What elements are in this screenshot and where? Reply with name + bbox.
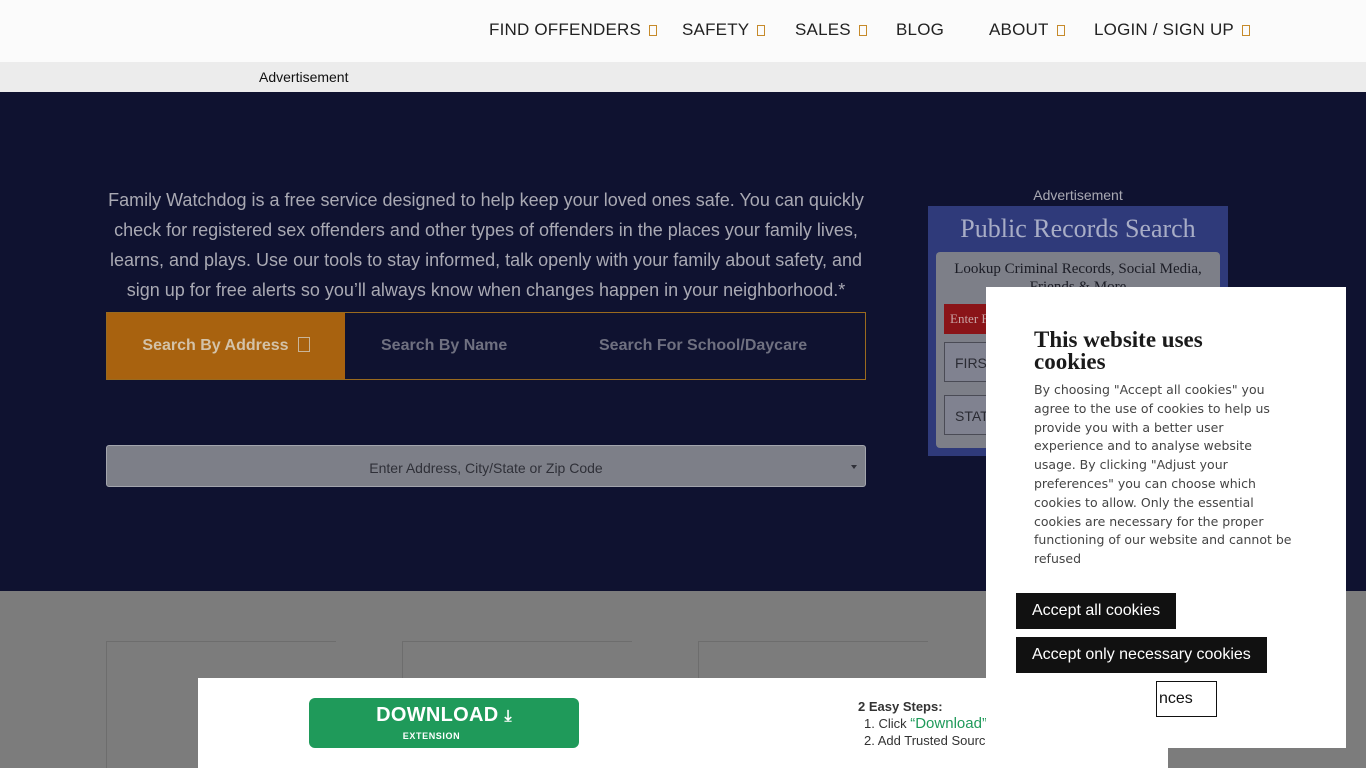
accept-all-cookies-button[interactable]: Accept all cookies <box>1016 593 1177 629</box>
hero-description: Family Watchdog is a free service design… <box>108 190 864 300</box>
nav-sales[interactable]: SALES <box>795 20 867 40</box>
tab-search-by-name[interactable]: Search By Name <box>381 313 507 379</box>
cookie-consent-dialog: This website uses cookies By choosing "A… <box>986 287 1346 748</box>
nav-about[interactable]: ABOUT <box>989 20 1065 40</box>
search-tabs: Search By Address Search By Name Search … <box>106 312 866 380</box>
download-icon: ⤓ <box>504 708 512 725</box>
nav-login-signup[interactable]: LOGIN / SIGN UP <box>1094 20 1250 40</box>
chevron-down-icon <box>1056 25 1065 36</box>
tab-search-by-address[interactable]: Search By Address <box>107 313 345 379</box>
chevron-down-icon <box>649 25 658 36</box>
advertisement-label: Advertisement <box>259 69 349 85</box>
accept-necessary-cookies-button[interactable]: Accept only necessary cookies <box>1016 637 1267 673</box>
adjust-preferences-button[interactable]: nces <box>1156 681 1217 717</box>
nav-blog[interactable]: BLOG <box>896 20 944 40</box>
tab-search-school-daycare[interactable]: Search For School/Daycare <box>599 313 807 379</box>
ad-title: Public Records Search <box>960 214 1196 243</box>
square-icon <box>297 337 310 352</box>
chevron-down-icon <box>757 25 766 36</box>
address-search-field <box>106 445 866 487</box>
chevron-down-icon <box>858 25 867 36</box>
top-navigation: FIND OFFENDERS SAFETY SALES BLOG ABOUT L… <box>0 0 1366 62</box>
nav-safety[interactable]: SAFETY <box>682 20 766 40</box>
chevron-down-icon <box>1241 25 1250 36</box>
side-ad-label: Advertisement <box>1033 187 1123 203</box>
download-button[interactable]: DOWNLOAD ⤓ EXTENSION <box>309 698 579 748</box>
cookie-body: By choosing "Accept all cookies" you agr… <box>1034 382 1292 567</box>
nav-find-offenders[interactable]: FIND OFFENDERS <box>489 20 658 40</box>
dropdown-arrow-icon[interactable] <box>851 465 857 469</box>
advertisement-strip: Advertisement <box>0 62 1366 92</box>
cookie-title: This website uses cookies <box>1034 327 1203 374</box>
address-input[interactable] <box>107 446 865 486</box>
